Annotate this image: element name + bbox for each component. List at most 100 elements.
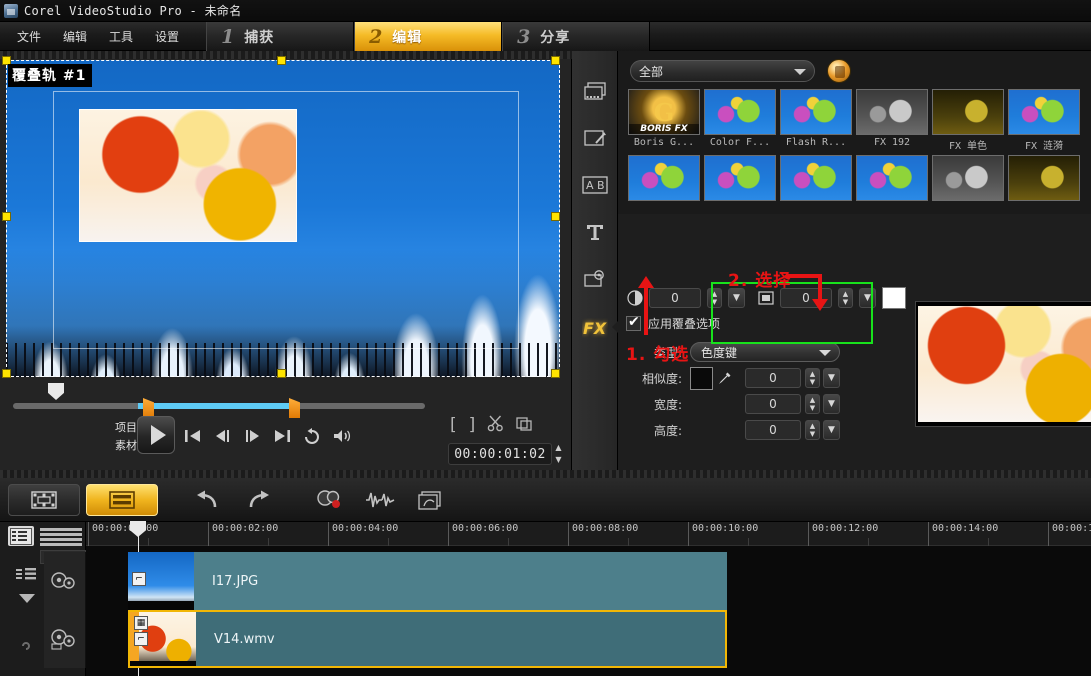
- align-menu-button[interactable]: ▼: [859, 288, 876, 308]
- transition-icon[interactable]: AB: [580, 170, 610, 200]
- repeat-icon[interactable]: [300, 426, 324, 446]
- align-stepper[interactable]: ▲ ▼: [838, 288, 853, 308]
- width-stepper[interactable]: ▲ ▼: [805, 394, 820, 414]
- resize-handle-bottom-right[interactable]: [551, 369, 560, 378]
- library-filter-dropdown[interactable]: 全部: [630, 60, 815, 82]
- timeline-clip[interactable]: ⌐ I17.JPG: [128, 552, 727, 610]
- overlay-track-row: ▦ ⌐ V14.wmv: [44, 610, 1091, 668]
- step-forward-icon[interactable]: [240, 426, 264, 446]
- library-item[interactable]: [628, 155, 700, 211]
- menu-settings[interactable]: 设置: [146, 24, 188, 49]
- track-manager-icon[interactable]: [8, 526, 34, 546]
- height-menu-button[interactable]: ▼: [823, 420, 840, 440]
- library-item[interactable]: [856, 155, 928, 211]
- storyboard-view-icon[interactable]: [8, 483, 80, 516]
- fx-icon[interactable]: FX: [580, 313, 610, 343]
- step-tab-edit[interactable]: 2 编辑: [354, 22, 503, 51]
- filter-icon[interactable]: [580, 123, 610, 153]
- audio-mixer-icon[interactable]: [358, 484, 402, 516]
- library-item-label: Color F...: [709, 137, 771, 148]
- window-title: Corel VideoStudio Pro - 未命名: [24, 4, 242, 18]
- play-mode-project[interactable]: 项目: [95, 419, 147, 437]
- apply-overlay-options-row[interactable]: 应用覆叠选项: [626, 314, 720, 332]
- clip-name: V14.wmv: [196, 612, 725, 666]
- similarity-value-input[interactable]: 0: [745, 368, 801, 388]
- preview-screen[interactable]: [6, 60, 560, 377]
- width-value-input[interactable]: 0: [745, 394, 801, 414]
- library-item[interactable]: [932, 155, 1004, 211]
- overlay-track-icon[interactable]: [44, 610, 86, 668]
- scrub-bar[interactable]: [0, 381, 572, 418]
- track-collapse-icon[interactable]: [14, 588, 40, 608]
- play-button[interactable]: [137, 416, 175, 454]
- width-menu-button[interactable]: ▼: [823, 394, 840, 414]
- resize-handle-middle-left[interactable]: [2, 212, 11, 221]
- apply-overlay-options-checkbox[interactable]: [626, 314, 641, 331]
- volume-icon[interactable]: [330, 426, 354, 446]
- resize-handle-top-center[interactable]: [277, 56, 286, 65]
- library-item[interactable]: G BORIS FX Boris G...: [628, 89, 700, 151]
- eyedropper-icon[interactable]: [713, 371, 735, 386]
- add-media-icon[interactable]: [827, 59, 851, 83]
- similarity-menu-button[interactable]: ▼: [823, 368, 840, 388]
- batch-convert-icon[interactable]: [408, 484, 452, 516]
- chroma-key-color-swatch[interactable]: [690, 366, 713, 390]
- library-item[interactable]: FX 涟漪: [1008, 89, 1080, 152]
- title-icon[interactable]: [580, 217, 610, 247]
- record-capture-icon[interactable]: [308, 484, 352, 516]
- step-tab-capture[interactable]: 1 捕获: [206, 22, 355, 51]
- resize-handle-top-right[interactable]: [551, 56, 560, 65]
- resize-handle-middle-right[interactable]: [551, 212, 560, 221]
- height-stepper[interactable]: ▲ ▼: [805, 420, 820, 440]
- border-color-swatch[interactable]: [882, 287, 906, 309]
- menu-edit[interactable]: 编辑: [54, 24, 96, 49]
- step-label: 捕获: [244, 29, 275, 46]
- fade-stepper[interactable]: ▲ ▼: [707, 288, 722, 308]
- type-row: 类型: 色度键: [628, 339, 878, 365]
- menu-file[interactable]: 文件: [8, 24, 50, 49]
- fade-value-input[interactable]: 0: [649, 288, 701, 308]
- library-item[interactable]: FX 192: [856, 89, 928, 151]
- timeline-ruler[interactable]: 00:00:00:00 00:00:02:00 00:00:04:00 00:0…: [0, 522, 1091, 546]
- timecode-stepper[interactable]: ▲ ▼: [553, 444, 564, 464]
- step-back-icon[interactable]: [210, 426, 234, 446]
- similarity-stepper[interactable]: ▲ ▼: [805, 368, 820, 388]
- mark-out-button[interactable]: ]: [469, 417, 476, 434]
- type-select[interactable]: 色度键: [690, 342, 840, 362]
- play-mode-clip[interactable]: 素材: [95, 437, 147, 455]
- undo-icon[interactable]: [186, 484, 230, 516]
- overlay-clip-preview[interactable]: [79, 109, 297, 242]
- library-item[interactable]: [1008, 155, 1080, 211]
- media-icon[interactable]: [580, 76, 610, 106]
- library-item[interactable]: Color F...: [704, 89, 776, 151]
- scissors-icon[interactable]: [487, 415, 504, 436]
- redo-icon[interactable]: [236, 484, 280, 516]
- preview-playhead[interactable]: [48, 383, 64, 400]
- resize-handle-bottom-center[interactable]: [277, 369, 286, 378]
- library-item[interactable]: [704, 155, 776, 211]
- video-track-icon[interactable]: [44, 552, 86, 610]
- menu-tools[interactable]: 工具: [100, 24, 142, 49]
- skip-next-icon[interactable]: [270, 426, 294, 446]
- panel-grip[interactable]: [0, 51, 572, 59]
- library-item[interactable]: [780, 155, 852, 211]
- library-item[interactable]: Flash R...: [780, 89, 852, 151]
- preview-timecode[interactable]: 00:00:01:02: [448, 443, 552, 465]
- library-item[interactable]: FX 单色: [932, 89, 1004, 152]
- track-list-icon[interactable]: [40, 524, 82, 550]
- scrub-selection-range[interactable]: [138, 403, 293, 409]
- step-tab-share[interactable]: 3 分享: [502, 22, 651, 51]
- clip-filmstrip-edge: [128, 601, 194, 610]
- timeline-view-icon[interactable]: [86, 483, 158, 516]
- timeline-clip-selected[interactable]: ▦ ⌐ V14.wmv: [128, 610, 727, 668]
- track-mute-icon[interactable]: [14, 634, 40, 654]
- height-value-input[interactable]: 0: [745, 420, 801, 440]
- resize-handle-bottom-left[interactable]: [2, 369, 11, 378]
- mark-in-button[interactable]: [: [450, 417, 457, 434]
- timeline-grip[interactable]: [0, 470, 1091, 478]
- track-scroll-up-icon[interactable]: [14, 564, 40, 584]
- fade-menu-button[interactable]: ▼: [728, 288, 745, 308]
- skip-previous-icon[interactable]: [180, 426, 204, 446]
- graphic-icon[interactable]: [580, 264, 610, 294]
- enlarge-icon[interactable]: [516, 415, 533, 436]
